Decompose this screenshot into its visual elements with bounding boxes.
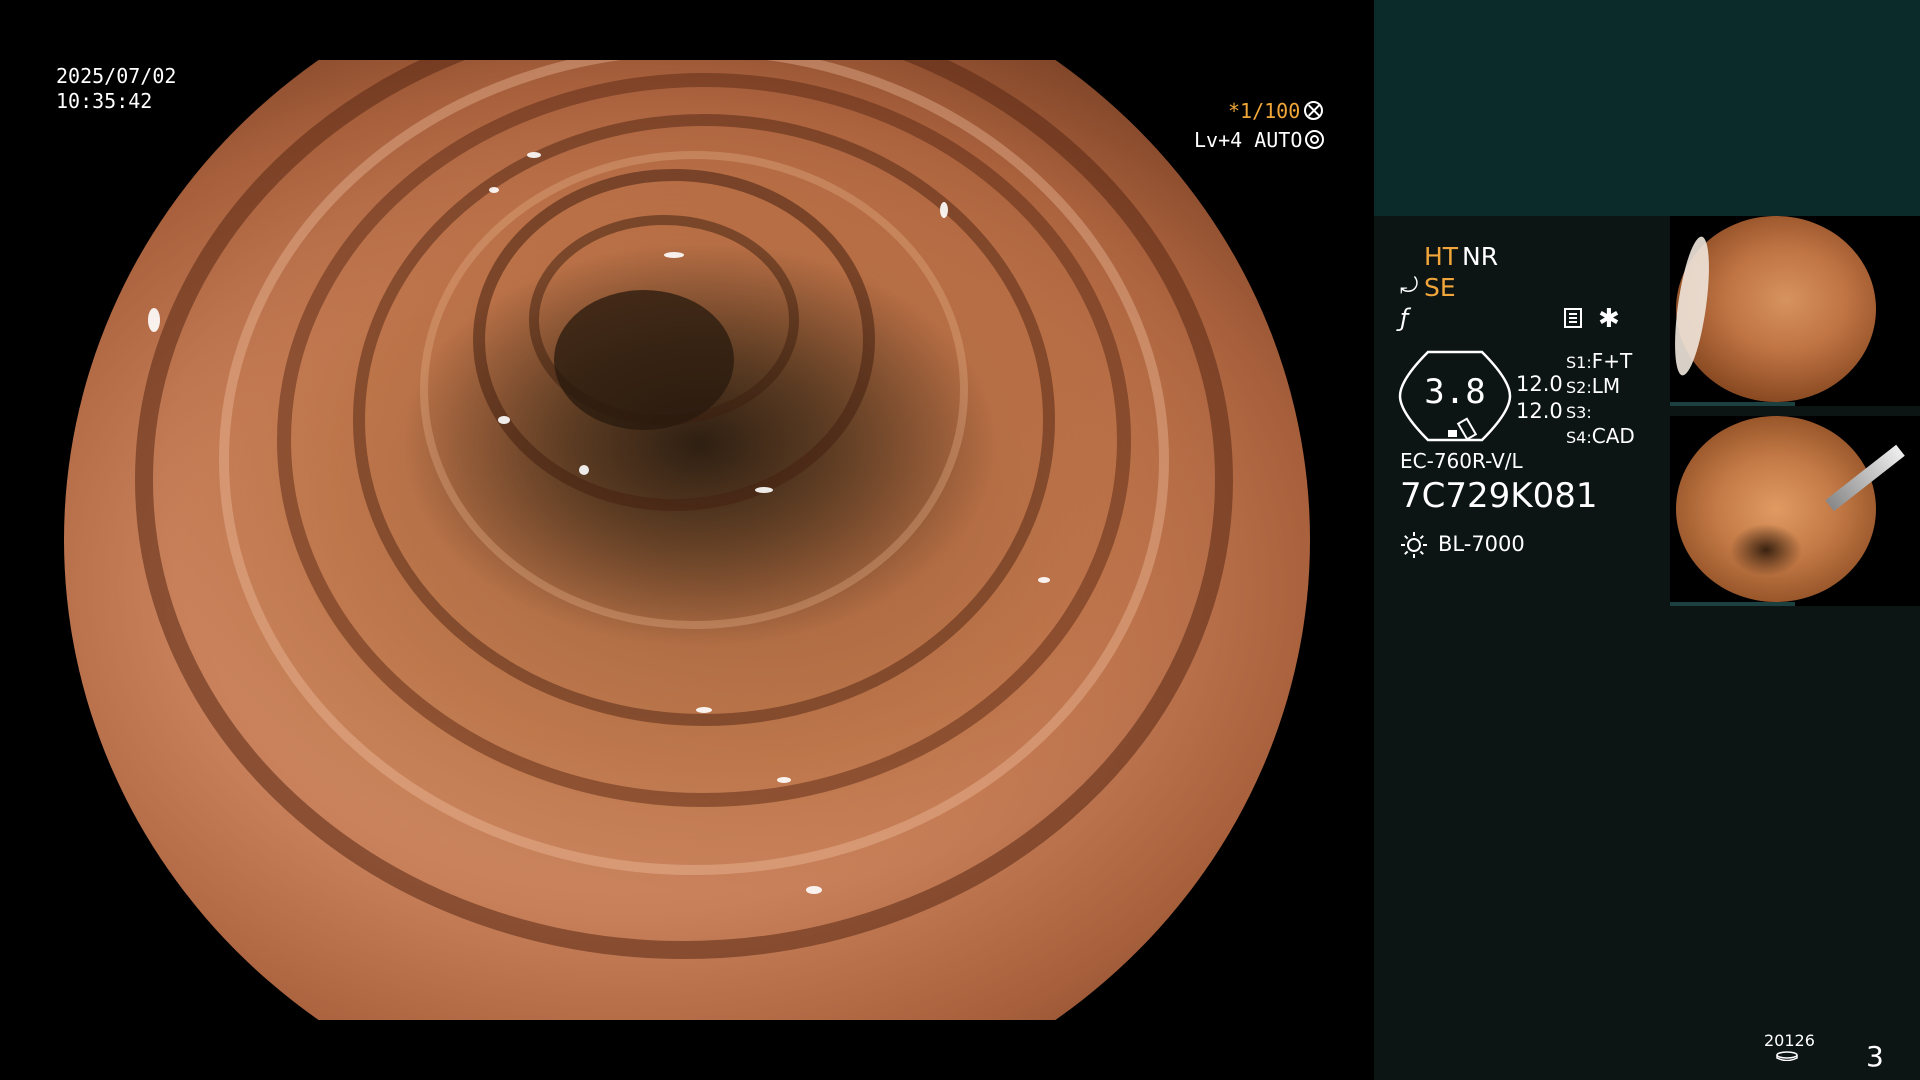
sun-icon bbox=[1401, 532, 1427, 558]
scope-model: EC-760R-V/L bbox=[1400, 449, 1523, 473]
nr-mode: NR bbox=[1462, 242, 1499, 271]
shutter-speed: *1/100 bbox=[1228, 99, 1324, 123]
image-counter: 20126 bbox=[1764, 1031, 1815, 1050]
switch-s4: S4:CAD bbox=[1566, 424, 1635, 448]
scope-serial: 7C729K081 bbox=[1400, 476, 1598, 516]
captured-image-2[interactable] bbox=[1670, 416, 1920, 606]
thumbnail-bar bbox=[1670, 602, 1795, 606]
thumbnail-image bbox=[1676, 416, 1876, 602]
level-text: Lv+4 AUTO bbox=[1194, 128, 1303, 152]
disk-icon bbox=[1776, 1051, 1798, 1061]
shutter-text: *1/100 bbox=[1228, 99, 1301, 123]
value-2: 12.0 bbox=[1516, 399, 1563, 423]
shutter-icon bbox=[1304, 101, 1324, 120]
colon-folds bbox=[135, 60, 1233, 959]
se-mode: SE bbox=[1424, 273, 1456, 302]
thumbnail-bar bbox=[1670, 402, 1795, 406]
value-1: 12.0 bbox=[1516, 372, 1563, 396]
panel-header bbox=[1374, 0, 1920, 216]
auto-icon bbox=[1305, 130, 1325, 149]
time-text: 10:35:42 bbox=[56, 89, 153, 113]
switch-s2: S2:LM bbox=[1566, 374, 1620, 398]
datetime: 2025/07/02 10:35:42 bbox=[56, 64, 176, 114]
switch-key: S3: bbox=[1566, 403, 1592, 422]
switch-s3: S3: bbox=[1566, 399, 1592, 423]
switch-key: S1: bbox=[1566, 353, 1592, 372]
gauge-value: 3.8 bbox=[1424, 372, 1486, 412]
menu-icon bbox=[1564, 308, 1582, 328]
switch-s1: S1:F+T bbox=[1566, 349, 1632, 373]
ht-mode: HT bbox=[1424, 242, 1459, 271]
date-text: 2025/07/02 bbox=[56, 64, 177, 88]
switch-value: LM bbox=[1591, 374, 1621, 398]
endoscope-view bbox=[64, 60, 1310, 1020]
switch-value: F+T bbox=[1591, 349, 1633, 373]
se-icon: ⤾ bbox=[1400, 274, 1419, 299]
switch-key: S4: bbox=[1566, 428, 1592, 447]
switch-key: S2: bbox=[1566, 378, 1592, 397]
page-number: 3 bbox=[1866, 1040, 1884, 1073]
brightness-level: Lv+4 AUTO bbox=[1194, 128, 1325, 152]
light-source: BL-7000 bbox=[1438, 532, 1525, 556]
star-icon: ✱ bbox=[1598, 304, 1620, 334]
captured-image-1[interactable] bbox=[1670, 216, 1920, 406]
f-icon: ƒ bbox=[1400, 304, 1409, 332]
switch-value: CAD bbox=[1591, 424, 1635, 448]
